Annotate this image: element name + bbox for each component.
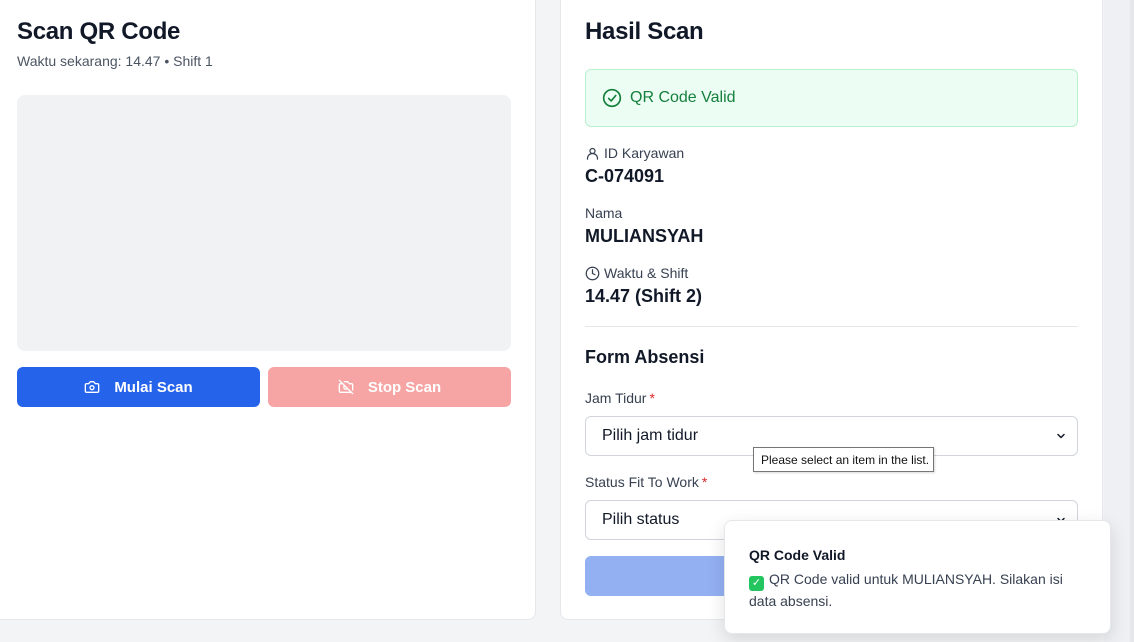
form-title: Form Absensi <box>585 347 705 367</box>
required-mark: * <box>649 390 655 406</box>
time-shift-value: 14.47 (Shift 2) <box>585 286 703 306</box>
validation-tooltip: Please select an item in the list. <box>753 447 934 472</box>
toast-title: QR Code Valid <box>749 547 846 563</box>
employee-id-value: C-074091 <box>585 166 665 186</box>
start-scan-button[interactable]: Mulai Scan <box>17 367 260 407</box>
name-label: Nama <box>585 205 623 221</box>
toast-message: QR Code valid untuk MULIANSYAH. Silakan … <box>749 571 1063 609</box>
time-shift-label-text: Waktu & Shift <box>604 265 689 281</box>
time-shift-label: Waktu & Shift <box>585 265 688 281</box>
fit-status-selected: Pilih status <box>602 511 680 528</box>
section-divider <box>585 326 1078 327</box>
name-value: MULIANSYAH <box>585 226 704 246</box>
start-scan-label: Mulai Scan <box>114 378 193 396</box>
stop-scan-label: Stop Scan <box>367 378 442 396</box>
clock-icon <box>585 266 600 280</box>
fit-status-label: Status Fit To Work * <box>585 474 707 490</box>
fit-status-label-text: Status Fit To Work <box>585 474 699 490</box>
sleep-hours-label-text: Jam Tidur <box>585 390 647 406</box>
current-time-shift: Waktu sekarang: 14.47 • Shift 1 <box>17 53 213 69</box>
chevron-down-icon <box>1057 433 1065 439</box>
toast-notification[interactable]: QR Code Valid ✓ QR Code valid untuk MULIA… <box>724 520 1111 634</box>
camera-icon <box>84 381 100 393</box>
camera-off-icon <box>338 379 354 395</box>
toast-body: ✓ QR Code valid untuk MULIANSYAH. Silakan… <box>749 569 1086 612</box>
sleep-hours-label: Jam Tidur * <box>585 390 655 406</box>
user-icon <box>586 147 599 160</box>
sleep-hours-selected: Pilih jam tidur <box>602 427 699 444</box>
result-title: Hasil Scan <box>585 18 704 45</box>
valid-alert: QR Code Valid <box>585 69 1078 127</box>
scrollbar-track[interactable] <box>1130 0 1134 642</box>
valid-alert-text: QR Code Valid <box>630 89 736 106</box>
camera-preview <box>17 95 511 351</box>
employee-id-label-text: ID Karyawan <box>604 145 685 161</box>
check-mark-icon: ✓ <box>749 576 764 591</box>
scanner-title: Scan QR Code <box>17 18 181 45</box>
check-circle-icon <box>602 88 622 108</box>
employee-id-label: ID Karyawan <box>585 145 684 161</box>
stop-scan-button[interactable]: Stop Scan <box>268 367 511 407</box>
required-mark: * <box>701 474 708 490</box>
